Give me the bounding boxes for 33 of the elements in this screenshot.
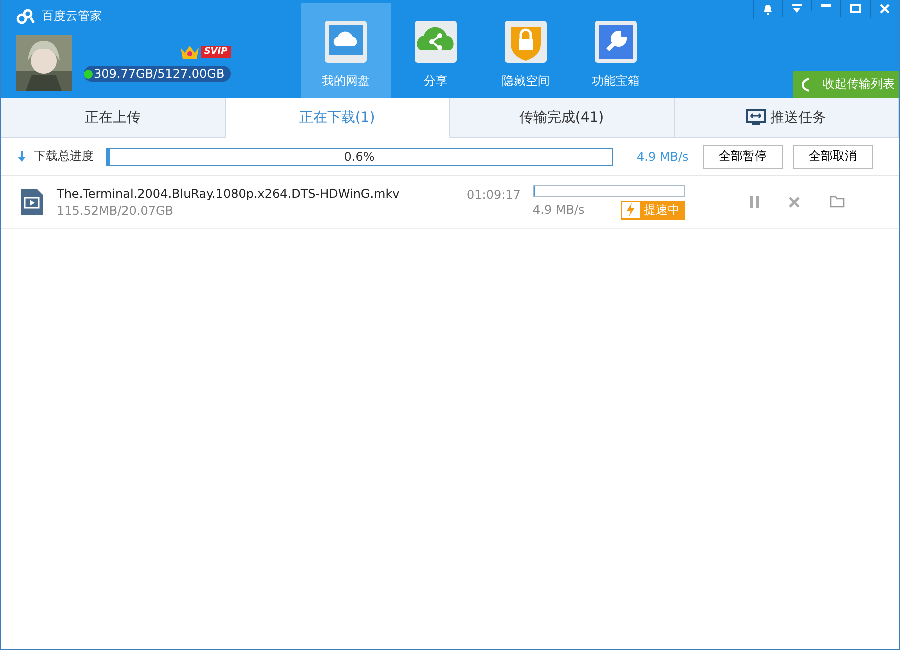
lightning-icon	[622, 202, 640, 218]
folder-icon[interactable]	[830, 196, 845, 208]
file-speed: 4.9 MB/s	[533, 203, 585, 217]
time-remaining: 01:09:17	[467, 188, 522, 202]
video-file-icon	[21, 189, 43, 215]
total-speed: 4.9 MB/s	[637, 150, 689, 164]
total-progress-label: 下载总进度	[34, 148, 94, 165]
svip-badge: SVIP	[201, 46, 231, 58]
nav-tab[interactable]: 我的网盘	[301, 3, 391, 98]
file-name: The.Terminal.2004.BluRay.1080p.x264.DTS-HDWinG.mkv	[57, 186, 401, 200]
transfer-tab[interactable]: 正在下载(1)	[226, 98, 450, 138]
transfer-tab[interactable]: 推送任务	[674, 98, 899, 137]
app-title: 百度云管家	[42, 8, 102, 25]
nav-tab[interactable]: 功能宝箱	[571, 3, 661, 98]
spinner-icon	[801, 78, 811, 92]
cloud-icon	[324, 20, 368, 64]
collapse-transfer-list-button[interactable]: 收起传输列表	[793, 71, 899, 98]
storage-quota: 309.77GB/5127.00GB	[84, 66, 231, 82]
cloud-logo-icon	[16, 8, 36, 24]
nav-tab[interactable]: 分享	[391, 3, 481, 98]
total-progress-bar: 0.6%	[106, 148, 613, 166]
nav-tab[interactable]: 隐藏空间	[481, 3, 571, 98]
file-size: 115.52MB/20.07GB	[57, 204, 175, 218]
action-button[interactable]: 全部取消	[792, 144, 873, 168]
transfer-tab[interactable]: 传输完成(41)	[450, 98, 674, 137]
boost-badge[interactable]: 提速中	[621, 200, 685, 220]
screen-icon	[746, 109, 766, 126]
wrench-icon	[594, 20, 638, 64]
action-button[interactable]: 全部暂停	[702, 144, 783, 168]
share-icon	[414, 20, 458, 64]
download-arrow-icon	[18, 151, 26, 162]
crown-icon	[180, 44, 200, 60]
lock-icon	[504, 20, 548, 64]
